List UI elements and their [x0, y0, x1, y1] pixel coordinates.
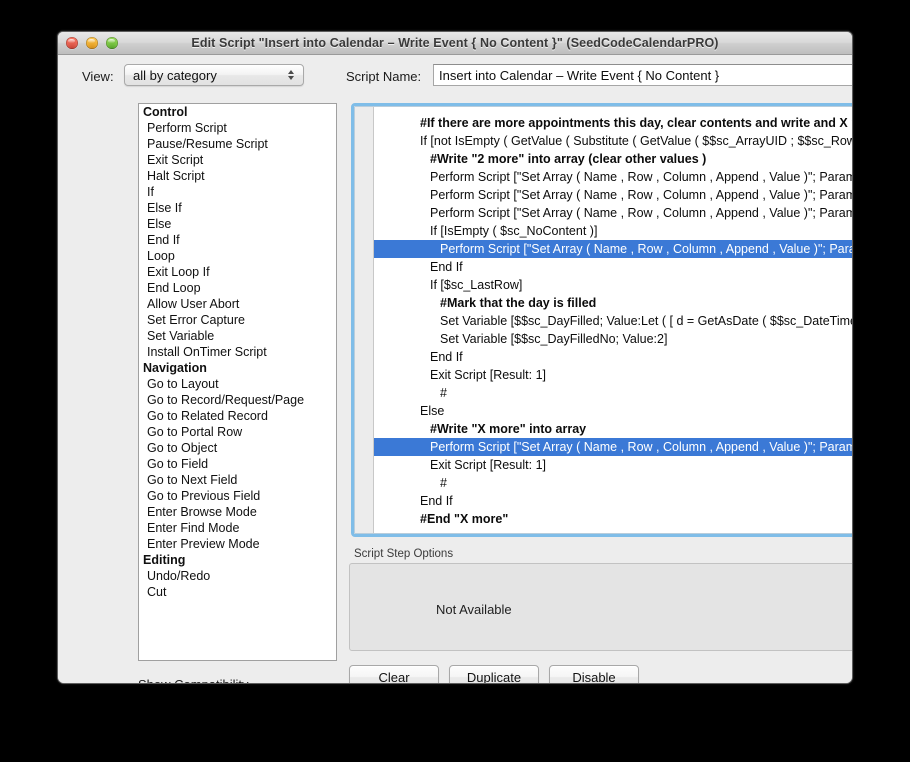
script-line[interactable]: If [$sc_LastRow]: [374, 276, 852, 294]
step-list-item[interactable]: Else: [139, 216, 336, 232]
edit-script-window: Edit Script "Insert into Calendar – Writ…: [57, 31, 853, 684]
step-list-item[interactable]: Enter Find Mode: [139, 520, 336, 536]
script-line[interactable]: Exit Script [Result: 1]: [374, 366, 852, 384]
step-list-item[interactable]: Else If: [139, 200, 336, 216]
step-list-item[interactable]: Set Variable: [139, 328, 336, 344]
script-name-input[interactable]: Insert into Calendar – Write Event { No …: [433, 64, 852, 86]
step-list-item[interactable]: End If: [139, 232, 336, 248]
script-line[interactable]: Perform Script ["Set Array ( Name , Row …: [374, 168, 852, 186]
script-lines-container[interactable]: #If there are more appointments this day…: [374, 107, 852, 533]
step-list-item[interactable]: Cut: [139, 584, 336, 600]
step-list-item[interactable]: Go to Layout: [139, 376, 336, 392]
duplicate-button[interactable]: Duplicate: [449, 665, 539, 683]
step-list-item[interactable]: End Loop: [139, 280, 336, 296]
step-list-item[interactable]: Enter Browse Mode: [139, 504, 336, 520]
chevron-updown-icon: [283, 70, 299, 80]
close-icon[interactable]: [66, 37, 78, 49]
step-list-item[interactable]: Go to Related Record: [139, 408, 336, 424]
script-line[interactable]: Perform Script ["Set Array ( Name , Row …: [374, 186, 852, 204]
step-list-item[interactable]: If: [139, 184, 336, 200]
script-line[interactable]: Set Variable [$$sc_DayFilledNo; Value:2]: [374, 330, 852, 348]
script-line[interactable]: End If: [374, 492, 852, 510]
script-line[interactable]: #: [374, 474, 852, 492]
script-line[interactable]: #If there are more appointments this day…: [374, 114, 852, 132]
script-line[interactable]: Perform Script ["Set Array ( Name , Row …: [374, 204, 852, 222]
desktop-background: Edit Script "Insert into Calendar – Writ…: [0, 0, 910, 762]
view-label: View:: [82, 69, 114, 84]
script-line[interactable]: Exit Script [Result: 1]: [374, 456, 852, 474]
window-title: Edit Script "Insert into Calendar – Writ…: [191, 36, 719, 50]
script-step-options-label: Script Step Options: [354, 548, 454, 560]
disable-button[interactable]: Disable: [549, 665, 639, 683]
window-titlebar[interactable]: Edit Script "Insert into Calendar – Writ…: [58, 32, 852, 55]
step-list-item[interactable]: Enter Preview Mode: [139, 536, 336, 552]
step-list-item[interactable]: Loop: [139, 248, 336, 264]
script-line[interactable]: If [not IsEmpty ( GetValue ( Substitute …: [374, 132, 852, 150]
script-line[interactable]: #: [374, 384, 852, 402]
step-list-item[interactable]: Exit Loop If: [139, 264, 336, 280]
step-list-item[interactable]: Perform Script: [139, 120, 336, 136]
step-list-item[interactable]: Install OnTimer Script: [139, 344, 336, 360]
view-select[interactable]: all by category: [124, 64, 304, 86]
script-name-label: Script Name:: [346, 69, 422, 84]
view-select-value: all by category: [133, 67, 217, 83]
step-list-item[interactable]: Go to Previous Field: [139, 488, 336, 504]
step-list-item[interactable]: Go to Next Field: [139, 472, 336, 488]
script-line[interactable]: End If: [374, 348, 852, 366]
script-steps-list[interactable]: Control Perform Script Pause/Resume Script…: [138, 103, 337, 661]
step-list-item[interactable]: Set Error Capture: [139, 312, 336, 328]
zoom-icon[interactable]: [106, 37, 118, 49]
step-list-item[interactable]: Go to Record/Request/Page: [139, 392, 336, 408]
step-category-header: Control: [143, 105, 188, 119]
toolbar-row: View: all by category Script Name: Inser…: [58, 55, 852, 97]
script-line[interactable]: #Write "2 more" into array (clear other …: [374, 150, 852, 168]
step-category-header: Editing: [143, 553, 186, 567]
step-list-item[interactable]: Go to Portal Row: [139, 424, 336, 440]
script-gutter: [355, 107, 374, 533]
script-name-value: Insert into Calendar – Write Event { No …: [439, 67, 720, 83]
script-line[interactable]: Else: [374, 402, 852, 420]
script-line[interactable]: If [IsEmpty ( $sc_NoContent )]: [374, 222, 852, 240]
script-line-selected[interactable]: Perform Script ["Set Array ( Name , Row …: [374, 438, 852, 456]
window-body: View: all by category Script Name: Inser…: [58, 55, 852, 683]
step-list-item[interactable]: Exit Script: [139, 152, 336, 168]
step-list-item[interactable]: Go to Field: [139, 456, 336, 472]
step-list-item[interactable]: Allow User Abort: [139, 296, 336, 312]
step-category-header: Navigation: [143, 361, 207, 375]
script-editor-inner: #If there are more appointments this day…: [354, 106, 852, 534]
script-line-selected[interactable]: Perform Script ["Set Array ( Name , Row …: [374, 240, 852, 258]
step-list-item[interactable]: Halt Script: [139, 168, 336, 184]
script-line[interactable]: Set Variable [$$sc_DayFilled; Value:Let …: [374, 312, 852, 330]
script-line[interactable]: #End "X more": [374, 510, 852, 528]
clear-button[interactable]: Clear: [349, 665, 439, 683]
script-step-options-text: Not Available: [436, 602, 512, 617]
minimize-icon[interactable]: [86, 37, 98, 49]
step-list-item[interactable]: Go to Object: [139, 440, 336, 456]
script-line[interactable]: End If: [374, 258, 852, 276]
script-step-options-panel: Not Available: [349, 563, 852, 651]
script-editor[interactable]: #If there are more appointments this day…: [351, 103, 852, 537]
script-line[interactable]: #Mark that the day is filled: [374, 294, 852, 312]
step-list-item[interactable]: Undo/Redo: [139, 568, 336, 584]
traffic-lights: [66, 37, 118, 49]
show-compatibility-label: Show Compatibility: [138, 677, 249, 683]
step-list-item[interactable]: Pause/Resume Script: [139, 136, 336, 152]
script-line[interactable]: #Write "X more" into array: [374, 420, 852, 438]
